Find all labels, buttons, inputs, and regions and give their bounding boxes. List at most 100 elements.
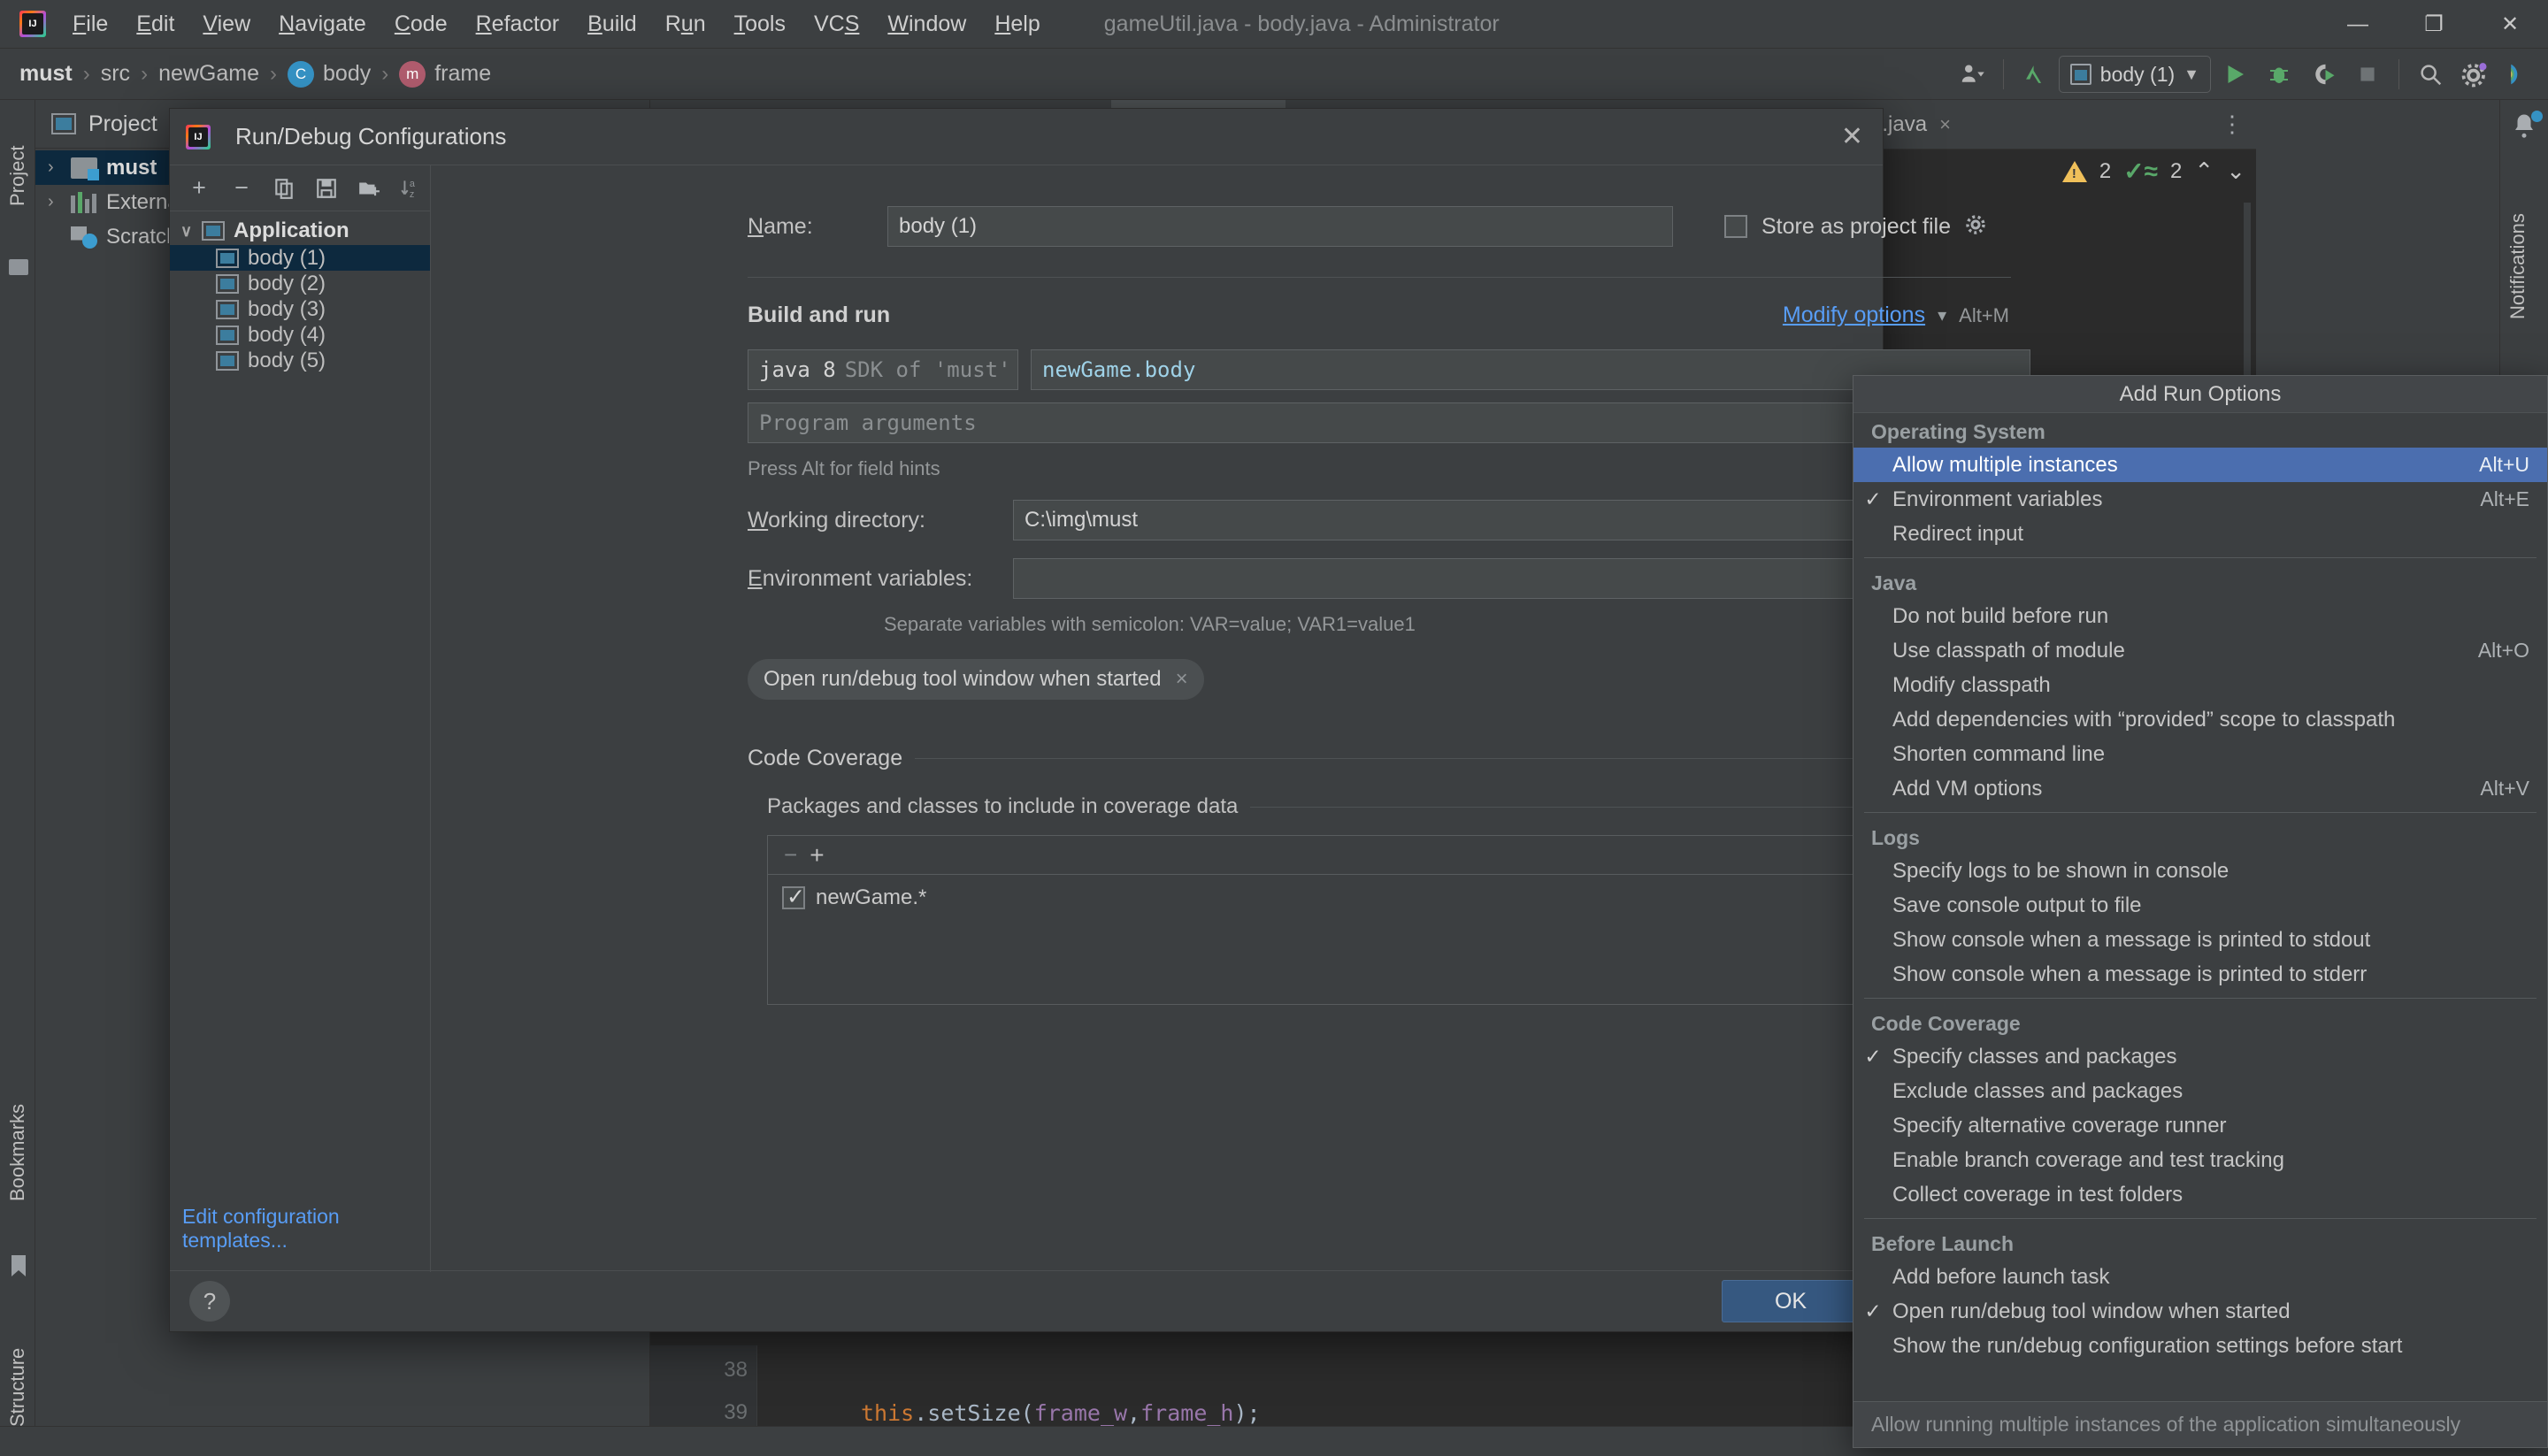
menu-help[interactable]: Help [980,0,1054,49]
config-item[interactable]: body (5) [170,348,430,373]
inspections-ok-icon: ✓≈ [2123,157,2159,185]
add-icon[interactable]: + [810,841,824,870]
search-icon[interactable] [2410,54,2451,95]
ai-assistant-icon[interactable] [2498,54,2539,95]
menu-item[interactable]: Add dependencies with “provided” scope t… [1853,702,2547,737]
config-item[interactable]: body (3) [170,296,430,322]
sidebar-item-notifications[interactable]: Notifications [2500,151,2536,381]
open-tool-window-chip[interactable]: Open run/debug tool window when started … [748,659,1204,700]
gear-icon[interactable] [1965,214,1986,240]
menu-item[interactable]: Redirect input [1853,517,2547,551]
menu-item[interactable]: Add VM options Alt+V [1853,771,2547,806]
modify-options-link[interactable]: Modify options [1783,303,1925,328]
ok-button[interactable]: OK [1722,1280,1860,1322]
menu-refactor[interactable]: Refactor [462,0,574,49]
edit-configuration-templates-link[interactable]: Edit configuration templates... [182,1205,430,1253]
menu-build[interactable]: Build [573,0,651,49]
sidebar-item-bookmarks[interactable]: Bookmarks [0,1060,35,1245]
menu-item[interactable]: Save console output to file [1853,888,2547,923]
program-arguments-input[interactable]: Program arguments [748,402,2030,443]
sort-icon[interactable]: az [393,170,430,207]
store-as-project-file-checkbox[interactable] [1724,215,1747,238]
previous-problem-icon[interactable]: ⌃ [2194,157,2214,185]
gear-icon[interactable] [2454,54,2495,95]
close-icon[interactable]: × [1939,113,1951,136]
bookmark-icon[interactable] [10,1254,27,1282]
chevron-down-icon[interactable]: ∨ [180,222,202,241]
menu-item[interactable]: ✓ Specify classes and packages [1853,1039,2547,1074]
breadcrumb-body[interactable]: body [288,60,371,88]
new-folder-icon[interactable] [350,170,388,207]
config-item[interactable]: body (4) [170,322,430,348]
remove-icon[interactable]: − [784,841,797,869]
menu-tools[interactable]: Tools [720,0,800,49]
config-item-label: body (3) [248,296,326,321]
run-configuration-selector[interactable]: body (1) ▼ [2058,56,2211,93]
menu-vcs[interactable]: VCS [800,0,873,49]
menu-item[interactable]: Specify logs to be shown in console [1853,854,2547,888]
chevron-right-icon[interactable]: › [48,157,71,178]
update-arrow-icon[interactable] [2015,54,2055,95]
folder-icon[interactable] [9,259,28,275]
next-problem-icon[interactable]: ⌄ [2226,157,2245,185]
stop-icon[interactable] [2347,54,2388,95]
coverage-list-item[interactable]: newGame.* [768,875,2008,910]
menu-item[interactable]: Add before launch task [1853,1260,2547,1294]
menu-item[interactable]: Allow multiple instances Alt+U [1853,448,2547,482]
menu-item[interactable]: Show the run/debug configuration setting… [1853,1329,2547,1363]
menu-item[interactable]: Show console when a message is printed t… [1853,923,2547,957]
close-icon[interactable]: × [1176,667,1188,692]
config-group-application[interactable]: ∨ Application [170,217,430,245]
breadcrumb-must[interactable]: must [19,61,73,87]
coverage-entry-checkbox[interactable] [782,884,805,910]
menu-item[interactable]: Exclude classes and packages [1853,1074,2547,1108]
menu-view[interactable]: View [188,0,265,49]
store-as-project-file-group[interactable]: Store as project file [1724,214,1986,240]
menu-run[interactable]: Run [651,0,720,49]
window-title: gameUtil.java - body.java - Administrato… [1103,11,1500,36]
minimize-button[interactable]: — [2320,0,2396,49]
menu-item[interactable]: Shorten command line [1853,737,2547,771]
menu-item[interactable]: Show console when a message is printed t… [1853,957,2547,992]
dialog-close-button[interactable]: ✕ [1841,121,1863,152]
name-input[interactable]: body (1) [887,206,1673,247]
add-icon[interactable]: + [180,170,218,207]
editor-tabs-more-icon[interactable]: ⋮ [2221,100,2256,149]
save-icon[interactable] [308,170,345,207]
debug-icon[interactable] [2259,54,2299,95]
remove-icon[interactable]: − [223,170,260,207]
inspection-status[interactable]: 2 ✓≈ 2 ⌃ ⌄ [2061,157,2245,186]
user-icon[interactable] [1952,54,1992,95]
menu-edit[interactable]: Edit [122,0,188,49]
config-item[interactable]: body (2) [170,271,430,296]
chevron-down-icon[interactable]: ▾ [1938,304,1946,326]
menu-item[interactable]: ✓ Open run/debug tool window when started [1853,1294,2547,1329]
menu-item[interactable]: Modify classpath [1853,668,2547,702]
add-run-options-popup: Add Run Options Operating System Allow mu… [1853,375,2548,1448]
breadcrumb-frame[interactable]: frame [399,60,491,88]
maximize-button[interactable]: ❐ [2396,0,2472,49]
config-item[interactable]: body (1) [170,245,430,271]
menu-code[interactable]: Code [380,0,462,49]
menu-item[interactable]: ✓ Environment variables Alt+E [1853,482,2547,517]
menu-item-label: Allow multiple instances [1892,452,2118,477]
jre-selector[interactable]: java 8 SDK of 'must' module ▼ [748,349,1018,390]
sidebar-item-project[interactable]: Project [0,105,35,247]
close-button[interactable]: ✕ [2472,0,2548,49]
run-icon[interactable] [2214,54,2255,95]
menu-item[interactable]: Specify alternative coverage runner [1853,1108,2547,1143]
menu-item[interactable]: Enable branch coverage and test tracking [1853,1143,2547,1177]
menu-file[interactable]: File [58,0,122,49]
menu-window[interactable]: Window [873,0,980,49]
breadcrumb-newGame[interactable]: newGame [158,61,259,87]
copy-icon[interactable] [265,170,303,207]
help-button[interactable]: ? [189,1281,230,1322]
breadcrumb-src[interactable]: src [101,61,130,87]
run-with-coverage-icon[interactable] [2303,54,2344,95]
svg-text:a: a [410,178,416,188]
menu-item[interactable]: Use classpath of module Alt+O [1853,633,2547,668]
menu-item[interactable]: Do not build before run [1853,599,2547,633]
chevron-right-icon[interactable]: › [48,192,71,212]
menu-navigate[interactable]: Navigate [265,0,380,49]
menu-item[interactable]: Collect coverage in test folders [1853,1177,2547,1212]
